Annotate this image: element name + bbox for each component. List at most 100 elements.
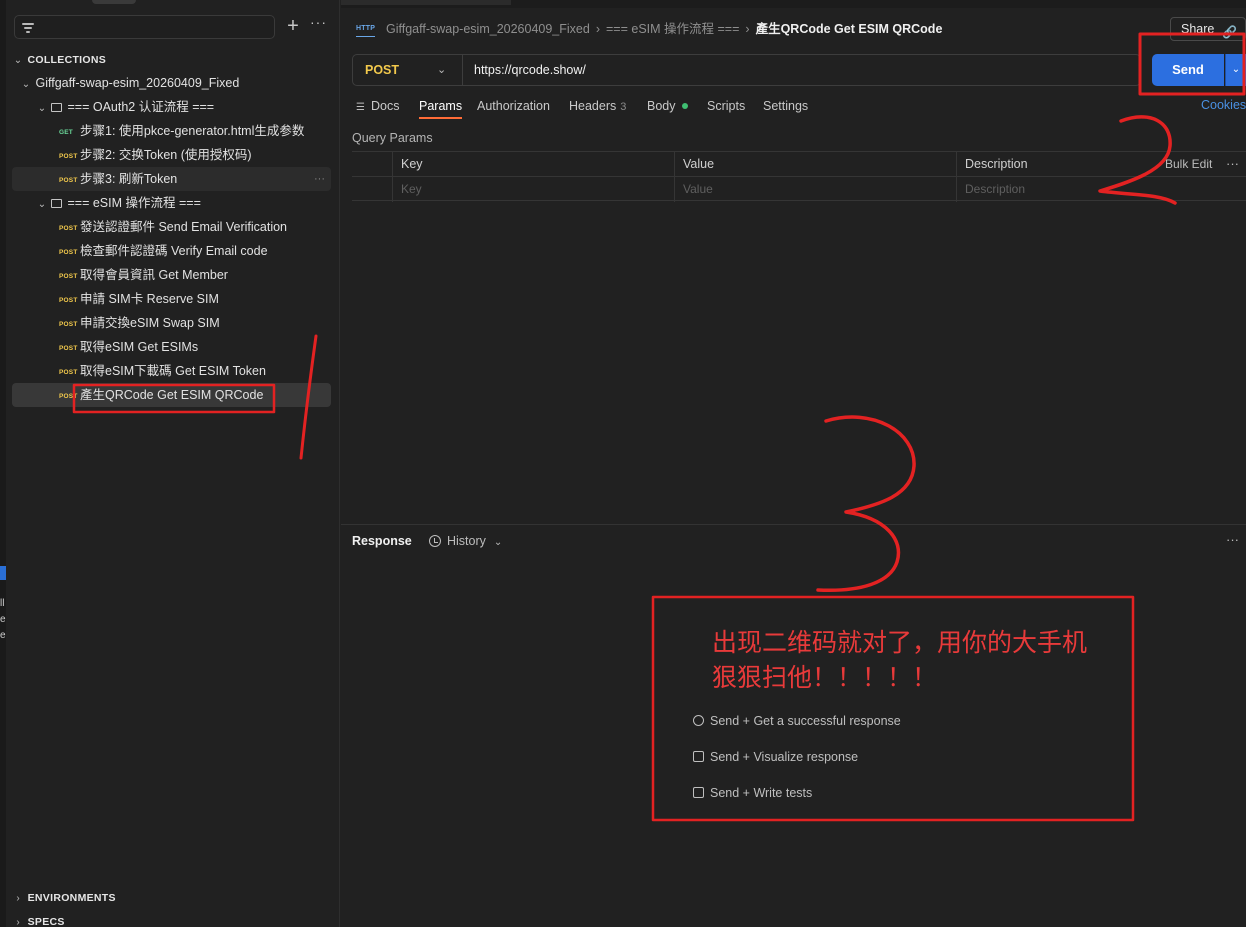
breadcrumb: Giffgaff-swap-esim_20260409_Fixed › === eS… [386, 20, 942, 38]
breadcrumb-collection[interactable]: Giffgaff-swap-esim_20260409_Fixed [386, 22, 590, 36]
response-divider[interactable] [341, 524, 1246, 525]
folder-icon [51, 199, 63, 208]
key-input[interactable]: Key [392, 177, 674, 202]
request-item[interactable]: POST 檢查郵件認證碼 Verify Email code [12, 239, 331, 263]
app-window: ll e e + ··· ⌄ COLLECTIONS ⌄ Giffgaff-swap… [0, 0, 1246, 927]
request-name: 步骤1: 使用pkce-generator.html生成参数 [80, 124, 305, 138]
method-select[interactable]: POST ⌄ [353, 55, 463, 85]
table-header-row: Key Value Description Bulk Edit ··· [352, 152, 1246, 177]
response-more-button[interactable]: ··· [1226, 532, 1239, 547]
method-badge: POST [59, 369, 78, 376]
environments-section-header[interactable]: › ENVIRONMENTS [12, 886, 331, 908]
sidebar-top-tab[interactable] [92, 0, 136, 4]
tab-label: Body [647, 99, 676, 113]
tab-scripts[interactable]: Scripts [707, 96, 745, 116]
column-value: Value [674, 152, 956, 177]
tab-label: Headers [569, 99, 617, 113]
suggestion-label: Send + Write tests [710, 786, 813, 800]
send-options-dropdown[interactable]: ⌄ [1225, 54, 1246, 86]
request-item[interactable]: POST 取得會員資訊 Get Member [12, 263, 331, 287]
method-badge: POST [59, 393, 78, 400]
link-icon: 🔗 [1222, 25, 1237, 39]
breadcrumb-folder[interactable]: === eSIM 操作流程 === [606, 22, 739, 36]
table-more-button[interactable]: ··· [1226, 152, 1239, 175]
share-button[interactable]: Share 🔗 [1170, 17, 1246, 41]
query-params-label: Query Params [352, 131, 433, 145]
request-item[interactable]: POST 步骤3: 刷新Token ··· [12, 167, 331, 191]
collection-name: Giffgaff-swap-esim_20260409_Fixed [35, 76, 240, 90]
tab-docs[interactable]: ☰ Docs [356, 96, 399, 118]
method-badge: POST [59, 249, 78, 256]
request-item[interactable]: POST 取得eSIM Get ESIMs [12, 335, 331, 359]
suggestion-label: Send + Get a successful response [710, 714, 901, 728]
value-input[interactable]: Value [674, 177, 956, 202]
breadcrumb-request[interactable]: 產生QRCode Get ESIM QRCode [756, 22, 943, 36]
tab-label: Settings [763, 99, 809, 113]
request-item[interactable]: POST 發送認證郵件 Send Email Verification [12, 215, 331, 239]
specs-section-header[interactable]: › SPECS [12, 910, 331, 927]
request-name: 發送認證郵件 Send Email Verification [80, 220, 288, 234]
chevron-down-icon: ⌄ [437, 64, 447, 76]
chevron-down-icon: ⌄ [493, 537, 503, 548]
open-request-tab[interactable] [341, 0, 511, 5]
suggestion-write-tests[interactable]: Send + Write tests [693, 786, 812, 800]
new-collection-button[interactable]: + [285, 15, 301, 37]
tab-label: Authorization [477, 99, 550, 113]
request-item[interactable]: POST 申請交換eSIM Swap SIM [12, 311, 331, 335]
folder-name: === eSIM 操作流程 === [67, 196, 201, 210]
collection-item[interactable]: ⌄ Giffgaff-swap-esim_20260409_Fixed [12, 71, 331, 95]
sidebar-filter-input[interactable] [14, 15, 275, 39]
method-badge: POST [59, 225, 78, 232]
cookies-link[interactable]: Cookies [1201, 98, 1246, 112]
tab-body[interactable]: Body [647, 96, 688, 116]
chevron-down-icon: ⌄ [13, 55, 23, 66]
request-name: 步骤3: 刷新Token [80, 172, 178, 186]
folder-item-oauth2[interactable]: ⌄ === OAuth2 认证流程 === [12, 95, 331, 119]
collections-label: COLLECTIONS [27, 54, 107, 66]
suggestion-visualize-response[interactable]: Send + Visualize response [693, 750, 858, 764]
history-label: History [447, 534, 486, 548]
row-more-icon[interactable]: ··· [314, 167, 325, 191]
request-item[interactable]: GET 步骤1: 使用pkce-generator.html生成参数 [12, 119, 331, 143]
chevron-down-icon: ⌄ [37, 103, 47, 114]
chevron-right-icon: › [745, 22, 750, 36]
image-icon [693, 751, 704, 762]
request-item[interactable]: POST 取得eSIM下載碼 Get ESIM Token [12, 359, 331, 383]
request-name: 檢查郵件認證碼 Verify Email code [80, 244, 268, 258]
request-name: 申請交換eSIM Swap SIM [80, 316, 220, 330]
url-bar: POST ⌄ https://qrcode.show/ [352, 54, 1141, 86]
bulk-edit-button[interactable]: Bulk Edit [1165, 152, 1212, 177]
column-key: Key [392, 152, 674, 177]
tab-label: Params [419, 99, 463, 113]
send-button[interactable]: Send [1152, 54, 1224, 86]
method-badge: POST [59, 153, 78, 160]
http-request-icon: HTTP [356, 22, 376, 37]
request-item[interactable]: POST 步骤2: 交换Token (使用授权码) [12, 143, 331, 167]
method-badge: GET [59, 129, 73, 136]
method-badge: POST [59, 297, 78, 304]
method-value: POST [365, 63, 400, 77]
url-input[interactable]: https://qrcode.show/ [474, 55, 586, 85]
collections-section-header[interactable]: ⌄ COLLECTIONS [12, 47, 331, 71]
annotation-line: 狠狠扫他！！！！！ [712, 663, 938, 692]
method-badge: POST [59, 345, 78, 352]
history-dropdown[interactable]: History ⌄ [429, 534, 502, 548]
chevron-right-icon: › [595, 22, 600, 36]
docs-icon: ☰ [356, 102, 365, 113]
tab-settings[interactable]: Settings [763, 96, 808, 116]
tab-params[interactable]: Params [419, 96, 463, 119]
query-params-table: Key Value Description Bulk Edit ··· Key … [352, 151, 1246, 202]
share-label: Share [1181, 22, 1215, 36]
description-input[interactable]: Description [956, 177, 1246, 202]
tab-authorization[interactable]: Authorization [477, 96, 550, 116]
tab-headers[interactable]: Headers 3 [569, 96, 626, 117]
request-name: 取得會員資訊 Get Member [80, 268, 228, 282]
suggestion-successful-response[interactable]: Send + Get a successful response [693, 714, 901, 728]
folder-item-esim[interactable]: ⌄ === eSIM 操作流程 === [12, 191, 331, 215]
request-editor: HTTP Giffgaff-swap-esim_20260409_Fixed › =… [341, 0, 1246, 927]
request-item[interactable]: POST 申請 SIM卡 Reserve SIM [12, 287, 331, 311]
sidebar-more-button[interactable]: ··· [310, 14, 327, 30]
request-item-selected[interactable]: POST 產生QRCode Get ESIM QRCode [12, 383, 331, 407]
annotation-line: 出现二维码就对了，用你的大手机 [712, 628, 1088, 657]
method-badge: POST [59, 321, 78, 328]
